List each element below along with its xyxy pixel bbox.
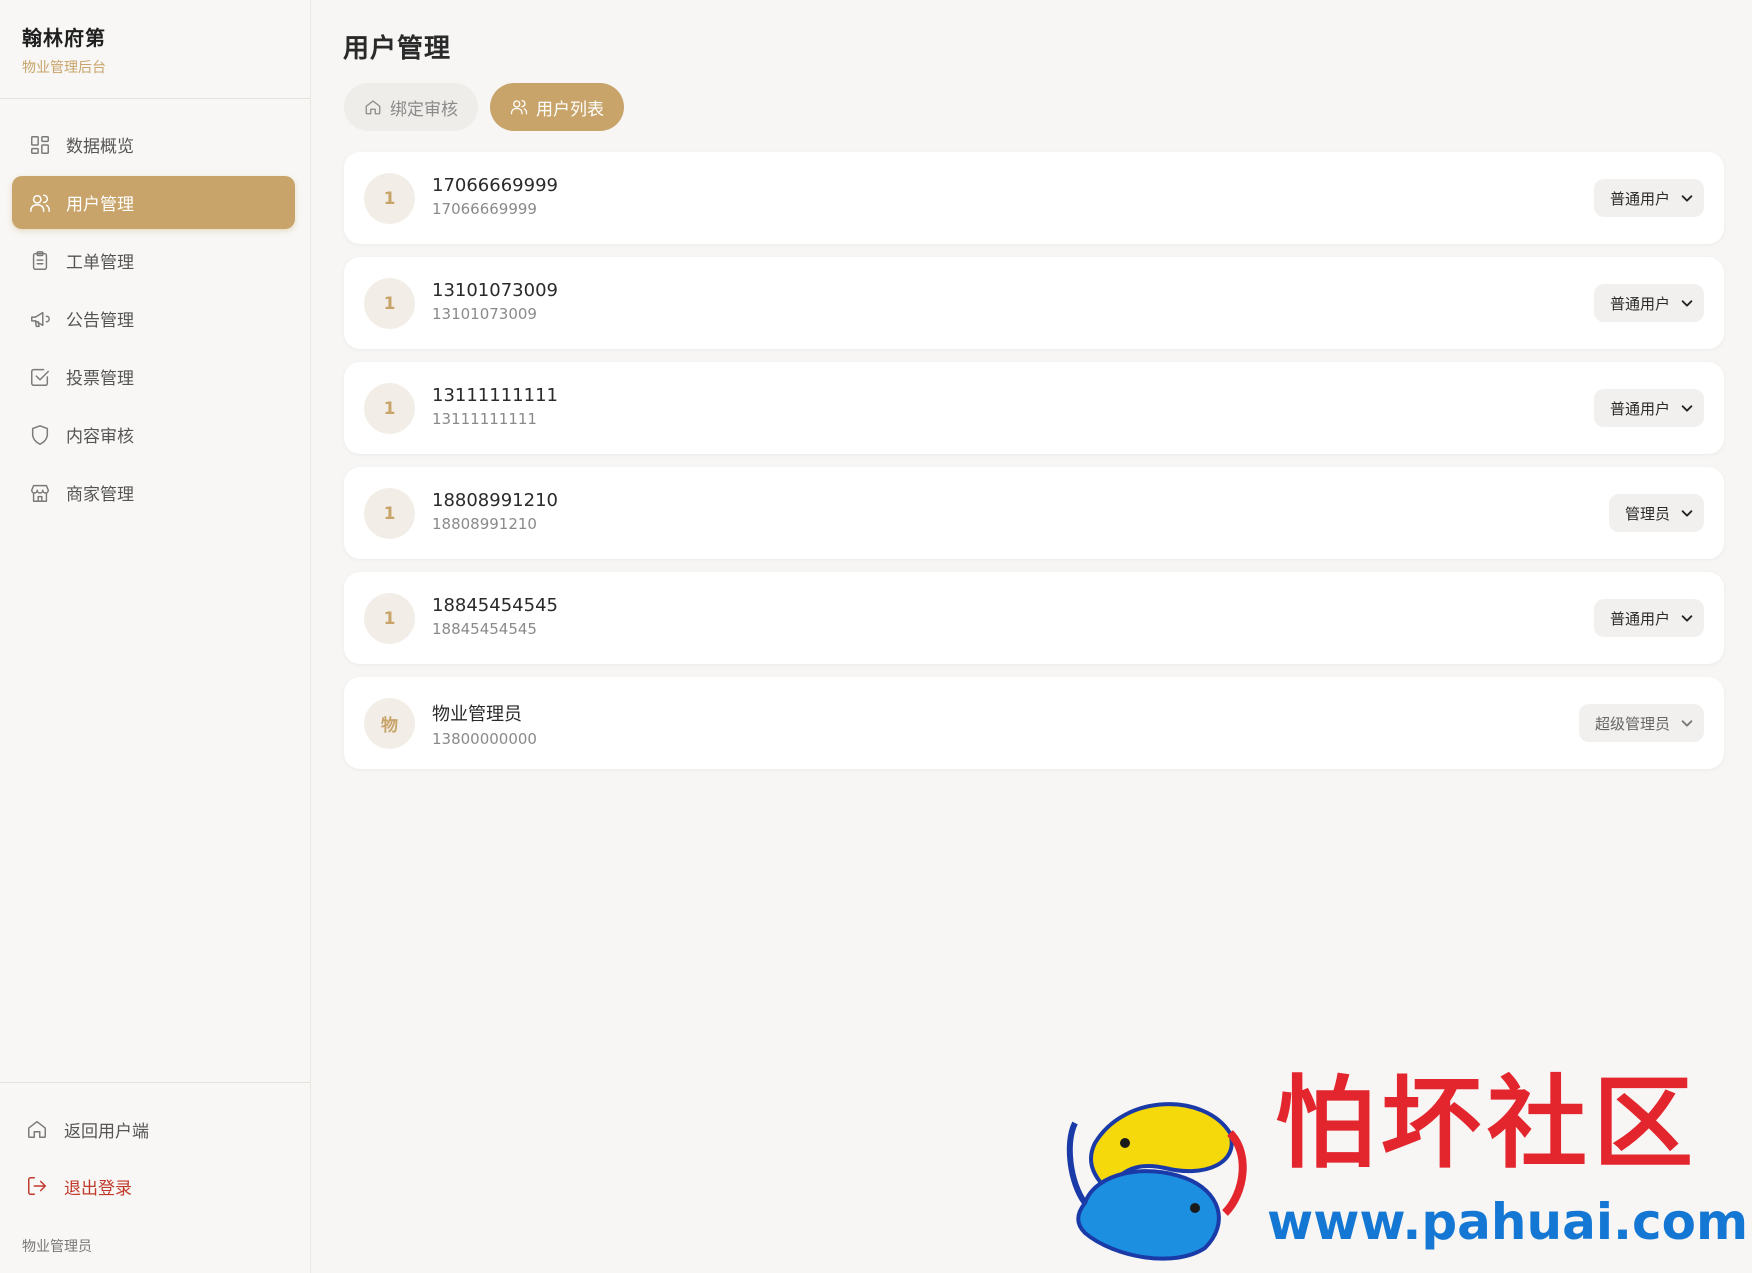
user-info: 18845454545 18845454545 — [432, 595, 558, 638]
role-select[interactable]: 普通用户 — [1593, 179, 1704, 217]
user-info: 13111111111 13111111111 — [432, 385, 558, 428]
logout-icon — [26, 1174, 50, 1198]
brand: 翰林府第 物业管理后台 — [22, 22, 106, 77]
user-name: 18808991210 — [432, 490, 558, 511]
sidebar-item-label: 用户管理 — [66, 195, 134, 215]
sidebar-item-votes[interactable]: 投票管理 — [12, 350, 295, 403]
role-value: 普通用户 — [1609, 189, 1670, 208]
list-item: 1 18845454545 18845454545 普通用户 — [344, 572, 1724, 664]
sidebar-item-label: 数据概览 — [66, 137, 134, 157]
sidebar-item-label: 投票管理 — [66, 369, 134, 389]
brand-title: 翰林府第 — [22, 26, 106, 50]
role-value: 超级管理员 — [1594, 714, 1670, 733]
brand-subtitle: 物业管理后台 — [22, 60, 106, 76]
list-item: 1 13111111111 13111111111 普通用户 — [344, 362, 1724, 454]
sidebar-item-tickets[interactable]: 工单管理 — [12, 234, 295, 287]
sidebar-nav: 数据概览 用户管理 工单管理 公告管理 投票管理 内容审核 商家管理 — [12, 118, 295, 524]
user-list: 1 17066669999 17066669999 普通用户 1 1310107… — [344, 152, 1724, 782]
role-select[interactable]: 普通用户 — [1593, 599, 1704, 637]
clipboard-icon — [28, 249, 52, 273]
user-phone: 13101073009 — [432, 305, 537, 323]
users-icon — [510, 98, 528, 116]
watermark: 怕坏社区 www.pahuai.com — [1055, 1064, 1748, 1265]
avatar: 1 — [364, 383, 415, 434]
sidebar-item-label: 内容审核 — [66, 427, 134, 447]
user-info: 13101073009 13101073009 — [432, 280, 558, 323]
home-icon — [364, 98, 382, 116]
back-to-user-button[interactable]: 返回用户端 — [26, 1112, 149, 1146]
chevron-down-icon — [1680, 401, 1694, 415]
chevron-down-icon — [1680, 611, 1694, 625]
store-icon — [28, 481, 52, 505]
back-to-user-label: 返回用户端 — [64, 1121, 149, 1142]
list-item: 1 13101073009 13101073009 普通用户 — [344, 257, 1724, 349]
user-name: 18845454545 — [432, 595, 558, 616]
watermark-text: 怕坏社区 — [1275, 1064, 1699, 1182]
role-value: 普通用户 — [1609, 609, 1670, 628]
sidebar-item-label: 工单管理 — [66, 253, 134, 273]
chevron-down-icon — [1680, 716, 1694, 730]
sidebar-footer: 返回用户端 退出登录 — [26, 1112, 149, 1226]
divider — [0, 98, 311, 99]
user-name: 13111111111 — [432, 385, 558, 406]
avatar: 1 — [364, 278, 415, 329]
role-value: 普通用户 — [1609, 294, 1670, 313]
tab-user-list[interactable]: 用户列表 — [490, 83, 624, 131]
user-info: 18808991210 18808991210 — [432, 490, 558, 533]
sidebar-item-label: 商家管理 — [66, 485, 134, 505]
checkbox-icon — [28, 365, 52, 389]
avatar: 物 — [364, 698, 415, 749]
page-title: 用户管理 — [343, 34, 452, 64]
user-info: 物业管理员 13800000000 — [432, 700, 537, 748]
role-value: 管理员 — [1624, 504, 1670, 523]
current-user: 物业管理员 — [22, 1239, 92, 1255]
tab-label: 绑定审核 — [390, 99, 458, 120]
avatar: 1 — [364, 488, 415, 539]
chevron-down-icon — [1680, 296, 1694, 310]
role-select[interactable]: 管理员 — [1608, 494, 1704, 532]
user-name: 17066669999 — [432, 175, 558, 196]
logout-button[interactable]: 退出登录 — [26, 1169, 149, 1203]
user-phone: 13111111111 — [432, 410, 537, 428]
list-item: 1 18808991210 18808991210 管理员 — [344, 467, 1724, 559]
role-select[interactable]: 超级管理员 — [1578, 704, 1704, 742]
list-item: 物 物业管理员 13800000000 超级管理员 — [344, 677, 1724, 769]
sidebar-item-overview[interactable]: 数据概览 — [12, 118, 295, 171]
sidebar: 翰林府第 物业管理后台 数据概览 用户管理 工单管理 公告管理 投票管理 内容审… — [0, 0, 311, 1273]
fish-logo-icon — [1066, 1102, 1247, 1261]
user-phone: 13800000000 — [432, 730, 537, 748]
role-value: 普通用户 — [1609, 399, 1670, 418]
user-phone: 18845454545 — [432, 620, 537, 638]
app-root: 翰林府第 物业管理后台 数据概览 用户管理 工单管理 公告管理 投票管理 内容审… — [0, 0, 1752, 1273]
sidebar-item-announcements[interactable]: 公告管理 — [12, 292, 295, 345]
role-select[interactable]: 普通用户 — [1593, 284, 1704, 322]
grid-icon — [28, 133, 52, 157]
avatar: 1 — [364, 173, 415, 224]
shield-icon — [28, 423, 52, 447]
user-name: 13101073009 — [432, 280, 558, 301]
chevron-down-icon — [1680, 191, 1694, 205]
list-item: 1 17066669999 17066669999 普通用户 — [344, 152, 1724, 244]
tab-bar: 绑定审核 用户列表 — [344, 83, 636, 131]
tab-label: 用户列表 — [536, 99, 604, 120]
chevron-down-icon — [1680, 506, 1694, 520]
logout-label: 退出登录 — [64, 1178, 132, 1199]
sidebar-item-merchants[interactable]: 商家管理 — [12, 466, 295, 519]
user-info: 17066669999 17066669999 — [432, 175, 558, 218]
user-name: 物业管理员 — [432, 704, 522, 725]
home-icon — [26, 1117, 50, 1141]
sidebar-item-content-review[interactable]: 内容审核 — [12, 408, 295, 461]
role-select[interactable]: 普通用户 — [1593, 389, 1704, 427]
users-icon — [28, 191, 52, 215]
user-phone: 18808991210 — [432, 515, 537, 533]
divider — [0, 1082, 311, 1083]
sidebar-item-label: 公告管理 — [66, 311, 134, 331]
user-phone: 17066669999 — [432, 200, 537, 218]
watermark-url: www.pahuai.com — [1267, 1193, 1749, 1251]
sidebar-item-users[interactable]: 用户管理 — [12, 176, 295, 229]
tab-binding-review[interactable]: 绑定审核 — [344, 83, 478, 131]
megaphone-icon — [28, 307, 52, 331]
avatar: 1 — [364, 593, 415, 644]
